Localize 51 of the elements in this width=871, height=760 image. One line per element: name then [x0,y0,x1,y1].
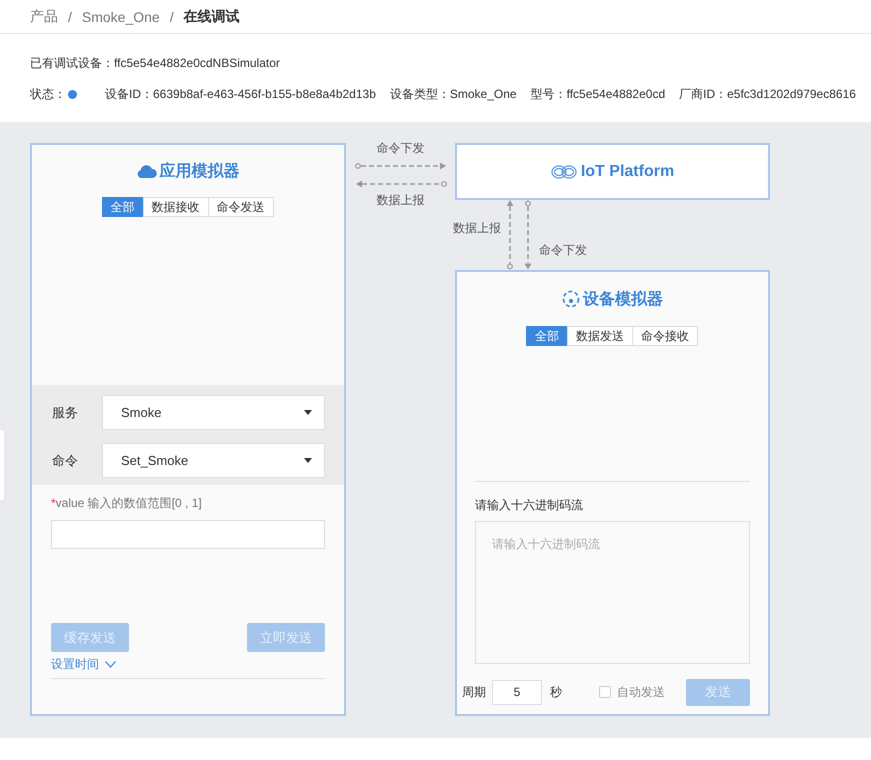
infinity-icon [550,164,577,178]
period-label: 周期 [462,684,486,700]
field-value: e5fc3d1202d979ec8616 [727,86,856,103]
down-arrow [524,200,532,270]
device-icon [562,290,580,308]
period-field[interactable]: 5 [492,680,542,704]
arrow-label: 命令下发 [539,242,587,259]
breadcrumb-current: 在线调试 [184,8,240,26]
field-label: 型号： [530,86,567,103]
checkbox[interactable] [599,686,611,698]
hex-label: 请输入十六进制码流 [475,497,584,513]
tab[interactable]: 全部 [526,326,568,346]
panel-title: 应用模拟器 [160,161,240,182]
arrow-label: 数据上报 [376,192,424,209]
tab[interactable]: 命令发送 [208,197,274,217]
set-time-link[interactable]: 设置时间 [51,656,99,673]
field-label: 设备ID： [105,86,153,103]
platform-title: IoT Platform [580,162,674,180]
breadcrumb-separator: / [68,8,72,24]
arrow-label: 命令下发 [376,140,424,157]
chevron-down-icon[interactable] [105,661,116,668]
unit-label: 秒 [550,684,562,700]
field-label: 厂商ID： [679,86,728,103]
arrow-label: 数据上报 [453,220,502,237]
hex-input-field[interactable]: 请输入十六进制码流 [475,521,750,664]
checkbox-label: 自动发送 [617,684,666,700]
cloud-icon [136,163,156,179]
field-value: Smoke_One [450,86,517,103]
tab[interactable]: 数据发送 [567,326,633,346]
param-label: *value 输入的数值范围[0 , 1] [51,495,203,511]
debug-device-value: ffc5e54e4882e0cdNBSimulator [114,56,280,70]
caret-icon [304,458,312,463]
breadcrumb-separator: / [170,8,174,24]
up-arrow [506,200,514,270]
field-value: 6639b8af-e463-456f-b155-b8e8a4b2d13b [153,86,376,103]
field-label: 服务 [52,404,79,422]
input-field[interactable] [51,520,325,549]
dropdown[interactable]: Set_Smoke [102,443,325,478]
field-label: 状态： [30,86,66,103]
breadcrumb-link[interactable]: Smoke_One [82,8,160,24]
debug-device-label: 已有调试设备： [30,56,114,70]
dropdown[interactable]: Smoke [102,395,325,430]
field-value: ffc5e54e4882e0cd [566,86,666,103]
caret-icon [304,410,312,415]
tab[interactable]: 命令接收 [632,326,698,346]
field-label: 设备类型： [390,86,450,103]
tab[interactable]: 数据接收 [142,197,208,217]
panel-title: 设备模拟器 [583,289,663,310]
field-label: 命令 [52,452,79,470]
breadcrumb-link[interactable]: 产品 [30,8,58,26]
tab[interactable]: 全部 [102,197,144,217]
